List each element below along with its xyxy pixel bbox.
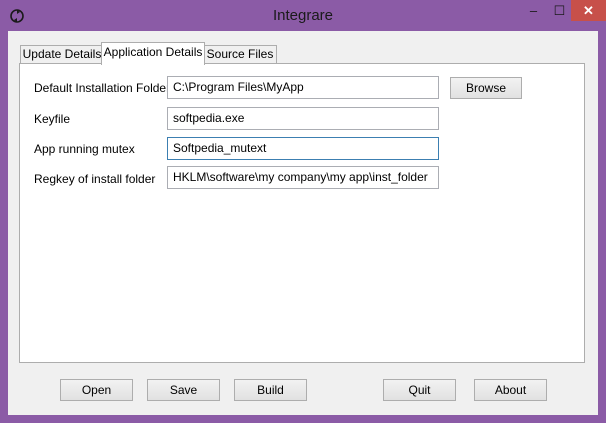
maximize-button[interactable]: ☐ [546,0,573,21]
quit-button[interactable]: Quit [383,379,456,401]
window-title: Integrare [272,7,334,24]
keyfile-field[interactable]: softpedia.exe [167,107,439,130]
build-button[interactable]: Build [234,379,307,401]
save-button[interactable]: Save [147,379,220,401]
close-button[interactable]: ✕ [571,0,606,21]
mutex-field[interactable]: Softpedia_mutext [167,137,439,160]
default-folder-field[interactable]: C:\Program Files\MyApp [167,76,439,99]
regkey-field[interactable]: HKLM\software\my company\my app\inst_fol… [167,166,439,189]
tab-source-files[interactable]: Source Files [203,45,277,64]
keyfile-label: Keyfile [34,112,71,126]
title-bar[interactable]: Integrare – ☐ ✕ [0,0,606,31]
browse-button[interactable]: Browse [450,77,522,99]
client-area: Update Details Application Details Sourc… [8,31,598,415]
default-folder-label: Default Installation Folder [34,81,171,95]
open-button[interactable]: Open [60,379,133,401]
tab-application-details[interactable]: Application Details [101,42,205,65]
about-button[interactable]: About [474,379,547,401]
minimize-button[interactable]: – [520,0,547,21]
application-details-panel: Default Installation Folder C:\Program F… [19,63,585,363]
mutex-label: App running mutex [34,142,135,156]
tab-update-details[interactable]: Update Details [20,45,104,64]
regkey-label: Regkey of install folder [34,172,156,186]
app-window: Integrare – ☐ ✕ Update Details Applicati… [0,0,606,423]
